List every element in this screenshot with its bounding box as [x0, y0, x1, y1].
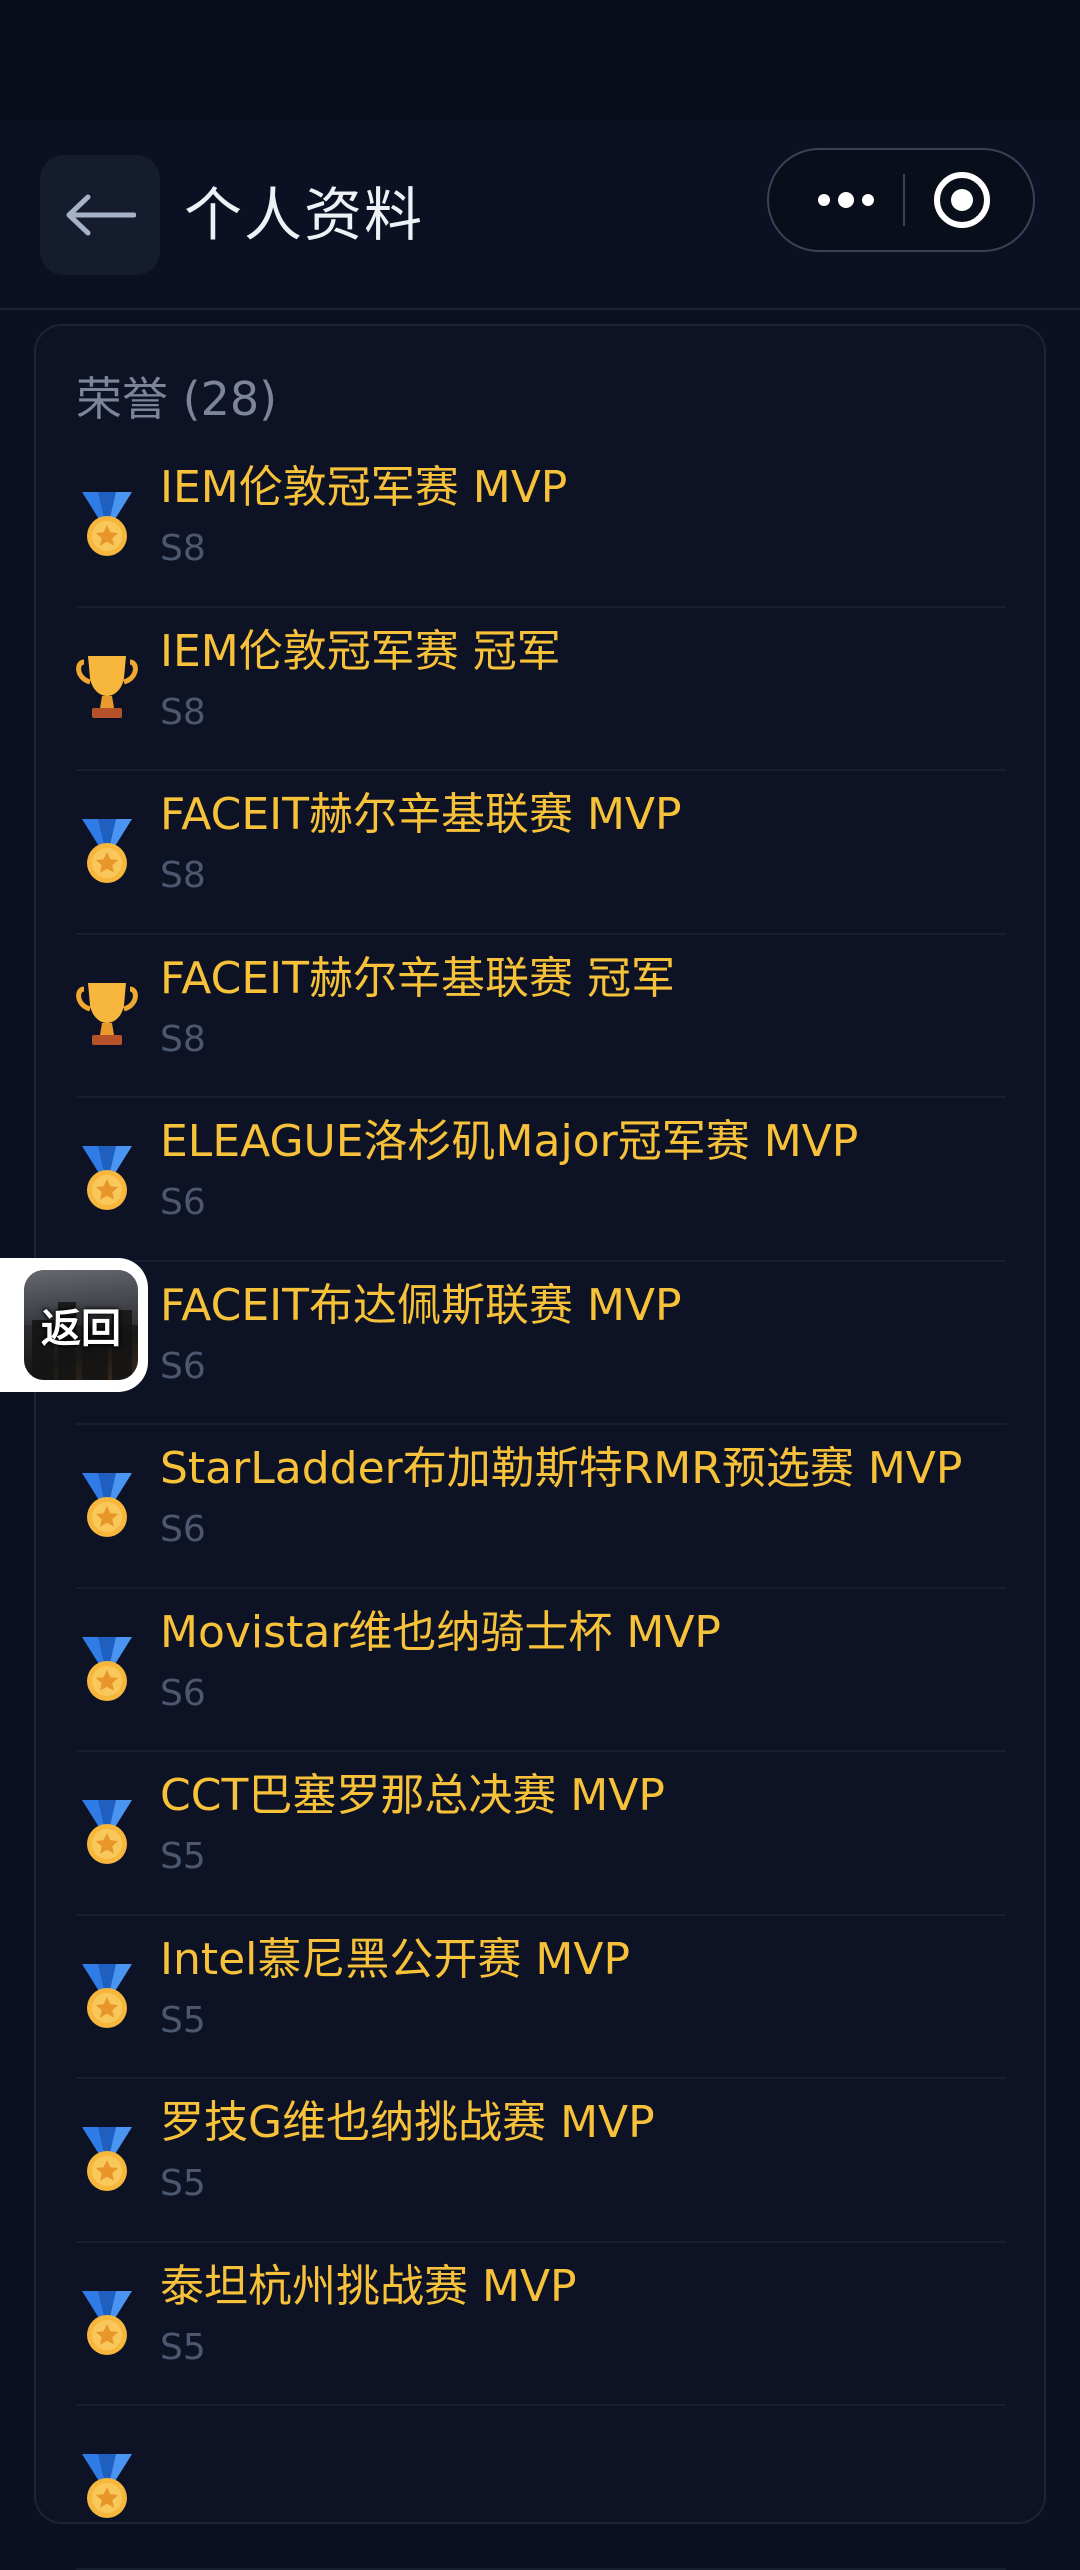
- honor-name: ELEAGUE洛杉矶Major冠军赛 MVP: [160, 1116, 859, 1167]
- honor-name: IEM伦敦冠军赛 MVP: [160, 462, 568, 513]
- medal-icon: [76, 1796, 138, 1868]
- honor-item[interactable]: Movistar维也纳骑士杯 MVP S6: [76, 1589, 1006, 1752]
- back-button[interactable]: [40, 155, 160, 275]
- honor-name: 泰坦杭州挑战赛 MVP: [160, 2260, 577, 2312]
- honor-item[interactable]: FACEIT赫尔辛基联赛 冠军 S8: [76, 935, 1006, 1098]
- honor-name: Movistar维也纳骑士杯 MVP: [160, 1606, 721, 1658]
- honor-name: IEM伦敦冠军赛 冠军: [160, 625, 561, 677]
- honor-item[interactable]: IEM伦敦冠军赛 MVP S8: [76, 444, 1006, 608]
- honor-name: Intel慕尼黑公开赛 MVP: [160, 1933, 630, 1985]
- medal-icon: [76, 2287, 138, 2359]
- honor-season: S6: [160, 1509, 206, 1550]
- honor-season: S6: [160, 1182, 206, 1223]
- status-bar: [0, 0, 1080, 120]
- honor-season: S5: [160, 1836, 206, 1877]
- honor-item[interactable]: [76, 2406, 1006, 2570]
- honor-name: FACEIT布达佩斯联赛 MVP: [160, 1279, 682, 1331]
- return-thumbnail: 返回: [24, 1270, 138, 1380]
- honor-item[interactable]: 罗技G维也纳挑战赛 MVP S5: [76, 2079, 1006, 2243]
- honor-season: S5: [160, 2163, 206, 2204]
- medal-icon: [76, 1142, 138, 1214]
- medal-icon: [76, 815, 138, 887]
- more-dots-icon: [818, 192, 874, 208]
- capsule-divider: [903, 174, 905, 226]
- honor-item[interactable]: ELEAGUE洛杉矶Major冠军赛 MVP S6: [76, 1098, 1006, 1262]
- honor-season: S5: [160, 1999, 206, 2041]
- honor-item[interactable]: Intel慕尼黑公开赛 MVP S5: [76, 1916, 1006, 2079]
- honor-season: S6: [160, 1345, 206, 1387]
- navigation-bar: 个人资料: [0, 120, 1080, 310]
- honor-name: CCT巴塞罗那总决赛 MVP: [160, 1770, 665, 1821]
- honor-name: 罗技G维也纳挑战赛 MVP: [160, 2097, 655, 2148]
- honor-item[interactable]: StarLadder布加勒斯特RMR预选赛 MVP S6: [76, 1425, 1006, 1589]
- honor-item[interactable]: CCT巴塞罗那总决赛 MVP S5: [76, 1752, 1006, 1916]
- trophy-icon: [76, 652, 138, 724]
- honor-season: S8: [160, 528, 206, 569]
- trophy-icon: [76, 979, 138, 1051]
- honor-season: S8: [160, 1018, 206, 1060]
- medal-icon: [76, 1633, 138, 1705]
- honor-season: S5: [160, 2326, 206, 2368]
- floating-return-button[interactable]: 返回: [0, 1258, 148, 1392]
- page-title: 个人资料: [184, 181, 425, 249]
- honor-name: FACEIT赫尔辛基联赛 冠军: [160, 952, 675, 1004]
- medal-icon: [76, 1469, 138, 1541]
- arrow-left-icon: [66, 194, 136, 236]
- medal-icon: [76, 488, 138, 560]
- honors-card: 荣誉 (28) IEM伦敦冠军赛 MVP S8 IEM伦敦冠军赛 冠军 S8 FACEI…: [34, 324, 1046, 2570]
- honor-item[interactable]: FACEIT赫尔辛基联赛 MVP S8: [76, 771, 1006, 935]
- honor-name: FACEIT赫尔辛基联赛 MVP: [160, 789, 682, 840]
- return-label: 返回: [41, 1306, 121, 1352]
- medal-icon: [76, 2123, 138, 2195]
- medal-icon: [76, 1960, 138, 2032]
- honor-season: S6: [160, 1672, 206, 1714]
- more-options-button[interactable]: [789, 150, 903, 250]
- honor-name: StarLadder布加勒斯特RMR预选赛 MVP: [160, 1443, 963, 1494]
- target-circle-icon: [934, 172, 990, 228]
- honor-item[interactable]: 泰坦杭州挑战赛 MVP S5: [76, 2243, 1006, 2406]
- honor-season: S8: [160, 855, 206, 896]
- honor-item[interactable]: IEM伦敦冠军赛 冠军 S8: [76, 608, 1006, 771]
- honors-list: IEM伦敦冠军赛 MVP S8 IEM伦敦冠军赛 冠军 S8 FACEIT赫尔辛基联赛 …: [76, 444, 1006, 2570]
- close-miniprogram-button[interactable]: [907, 150, 1017, 250]
- honors-section-title: 荣誉 (28): [76, 372, 278, 426]
- miniprogram-capsule: [767, 148, 1035, 252]
- medal-icon: [76, 2450, 138, 2522]
- honor-season: S8: [160, 691, 206, 733]
- honor-item[interactable]: FACEIT布达佩斯联赛 MVP S6: [76, 1262, 1006, 1425]
